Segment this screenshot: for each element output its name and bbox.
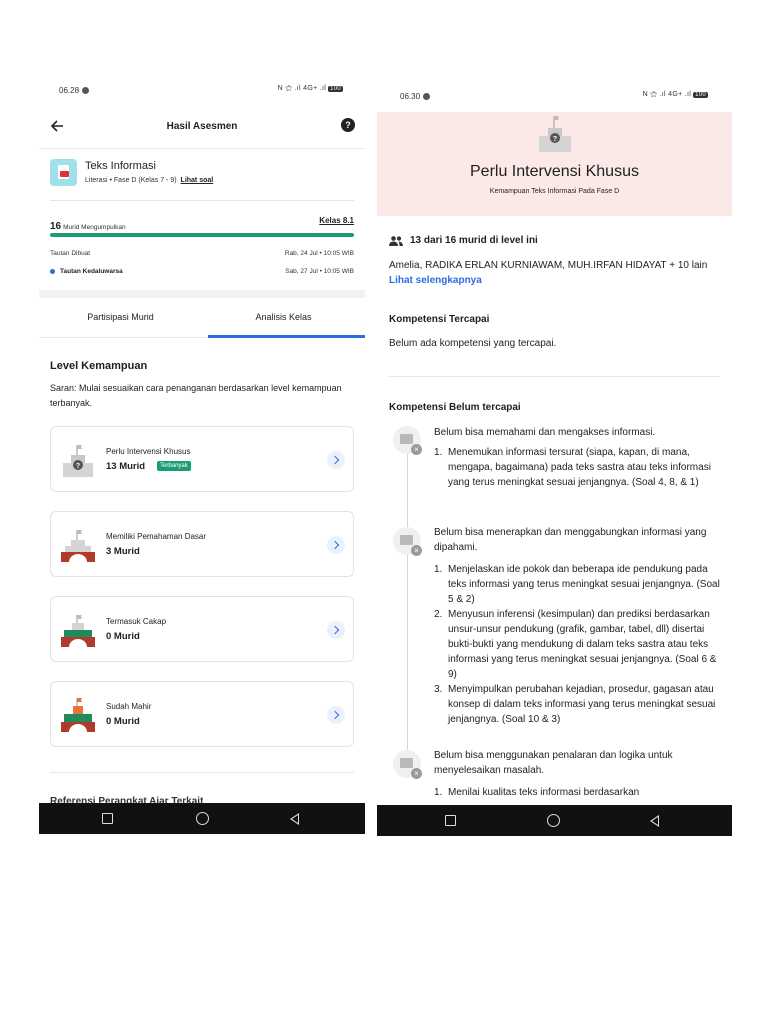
subject-meta: Literasi • Fase D (Kelas 7 - 9) Lihat soa… xyxy=(85,177,214,184)
competency-locked-icon: × xyxy=(393,426,422,455)
android-nav-bar xyxy=(39,803,365,834)
recent-apps-icon[interactable] xyxy=(445,815,456,826)
level-card-mastered[interactable]: Sudah Mahir 0 Murid xyxy=(50,681,354,747)
timeline-line xyxy=(407,434,408,764)
level-card-intervention[interactable]: ? Perlu Intervensi Khusus 13 Murid Terban… xyxy=(50,426,354,492)
level-name: Memiliki Pemahaman Dasar xyxy=(106,532,207,541)
castle-red-icon xyxy=(61,530,95,562)
home-icon[interactable] xyxy=(547,814,560,827)
expiry-row: Tautan Kedaluwarsa Sab, 27 Jul • 10:05 W… xyxy=(50,268,354,275)
chevron-right-icon[interactable] xyxy=(327,536,345,554)
divider xyxy=(50,772,354,773)
status-icons: N ⚝ .ıl 4G+ .ıl 100 xyxy=(277,85,343,92)
status-bar: 06.28 N ⚝ .ıl 4G+ .ıl 100 xyxy=(39,76,365,104)
chevron-right-icon[interactable] xyxy=(327,621,345,639)
level-card-capable[interactable]: Termasuk Cakap 0 Murid xyxy=(50,596,354,662)
level-section-desc: Saran: Mulai sesuaikan cara penanganan b… xyxy=(50,383,342,408)
level-count: 13 Murid Terbanyak xyxy=(106,461,191,472)
level-title: Perlu Intervensi Khusus xyxy=(470,163,639,180)
level-card-basic[interactable]: Memiliki Pemahaman Dasar 3 Murid xyxy=(50,511,354,577)
recent-apps-icon[interactable] xyxy=(102,813,113,824)
tab-bar: Partisipasi Murid Analisis Kelas xyxy=(39,298,365,338)
subject-title: Teks Informasi xyxy=(85,160,156,172)
competency-title: Belum bisa menerapkan dan menggabungkan … xyxy=(434,527,707,553)
castle-grey-icon: ? xyxy=(63,445,93,477)
status-dot xyxy=(50,268,55,274)
competency-locked-icon: × xyxy=(393,527,422,556)
right-screen: 06.30 N ⚝ .ıl 4G+ .ıl 100 ? Perlu Interve… xyxy=(377,84,732,836)
back-icon[interactable] xyxy=(290,813,299,825)
status-bar: 06.30 N ⚝ .ıl 4G+ .ıl 100 xyxy=(377,84,732,112)
level-hero: ? Perlu Intervensi Khusus Kemampuan Teks… xyxy=(377,112,732,216)
competency-locked-icon: × xyxy=(393,750,422,779)
competency-point: 1. Menemukan informasi tersurat (siapa, k… xyxy=(434,447,711,488)
chat-icon xyxy=(82,87,90,95)
castle-green-icon xyxy=(61,615,95,647)
see-more-link[interactable]: Lihat selengkapnya xyxy=(389,275,482,286)
competency-point: 1. Menjelaskan ide pokok dan beberapa ide… xyxy=(434,564,720,605)
chevron-right-icon[interactable] xyxy=(327,451,345,469)
back-icon[interactable] xyxy=(650,815,659,827)
document-icon xyxy=(50,159,77,186)
view-questions-link[interactable]: Lihat soal xyxy=(181,177,214,184)
help-icon[interactable]: ? xyxy=(341,118,355,132)
divider xyxy=(50,200,354,201)
competency-points: 1. Menilai kualitas teks informasi berdas… xyxy=(434,785,724,800)
android-nav-bar xyxy=(377,805,732,836)
competency-points: 1. Menjelaskan ide pokok dan beberapa ide… xyxy=(434,562,724,727)
not-achieved-title: Kompetensi Belum tercapai xyxy=(389,402,521,413)
tab-student-participation[interactable]: Partisipasi Murid xyxy=(39,312,202,322)
status-time: 06.28 xyxy=(59,86,90,95)
related-resources-heading: Referensi Perangkat Ajar Terkait xyxy=(50,796,204,803)
level-count: 0 Murid xyxy=(106,716,140,727)
level-count: 0 Murid xyxy=(106,631,140,642)
divider xyxy=(389,376,720,377)
divider xyxy=(39,148,365,149)
student-names: Amelia, RADIKA ERLAN KURNIAWAM, MUH.IRFA… xyxy=(389,260,708,286)
left-screen: 06.28 N ⚝ .ıl 4G+ .ıl 100 Hasil Asesmen ?… xyxy=(39,76,365,834)
active-tab-indicator xyxy=(208,335,365,338)
submission-progress-bar xyxy=(50,233,354,237)
competency-title: Belum bisa memahami dan mengakses inform… xyxy=(434,427,656,438)
created-row: Tautan Dibuat Rab, 24 Jul • 10:05 WIB xyxy=(50,250,354,257)
submission-count-label: Murid Mengumpulkan xyxy=(63,224,126,231)
status-time: 06.30 xyxy=(400,92,431,101)
level-count: 3 Murid xyxy=(106,546,140,557)
competency-point: 1. Menilai kualitas teks informasi berdas… xyxy=(434,787,640,798)
castle-complete-icon xyxy=(61,698,95,732)
competency-points: 1. Menemukan informasi tersurat (siapa, k… xyxy=(434,445,724,490)
achieved-text: Belum ada kompetensi yang tercapai. xyxy=(389,338,557,349)
people-icon xyxy=(389,236,403,246)
status-icons: N ⚝ .ıl 4G+ .ıl 100 xyxy=(642,91,708,98)
castle-grey-icon: ? xyxy=(539,116,571,152)
submission-count: 16 xyxy=(50,221,62,232)
svg-text:?: ? xyxy=(76,463,80,470)
competency-point: 2. Menyusun inferensi (kesimpulan) dan pr… xyxy=(434,609,717,680)
submission-count-row: 16 Murid Mengumpulkan Kelas 8.1 xyxy=(50,216,354,232)
level-name: Perlu Intervensi Khusus xyxy=(106,447,191,456)
battery-icon: 100 xyxy=(328,86,343,92)
most-badge: Terbanyak xyxy=(157,461,191,472)
home-icon[interactable] xyxy=(196,812,209,825)
level-name: Termasuk Cakap xyxy=(106,617,167,626)
page-title: Hasil Asesmen xyxy=(166,121,238,132)
battery-icon: 100 xyxy=(693,92,708,98)
chevron-right-icon[interactable] xyxy=(327,706,345,724)
student-count: 13 dari 16 murid di level ini xyxy=(410,235,538,246)
svg-text:?: ? xyxy=(553,136,557,143)
level-name: Sudah Mahir xyxy=(106,702,152,711)
chat-icon xyxy=(423,93,431,101)
level-subtitle: Kemampuan Teks Informasi Pada Fase D xyxy=(489,188,620,195)
class-link[interactable]: Kelas 8.1 xyxy=(319,216,354,225)
tab-class-analysis[interactable]: Analisis Kelas xyxy=(202,312,365,322)
app-bar: Hasil Asesmen ? xyxy=(39,112,365,142)
level-section-title: Level Kemampuan xyxy=(50,360,148,372)
competency-title: Belum bisa menggunakan penalaran dan log… xyxy=(434,750,673,776)
section-separator xyxy=(39,290,365,298)
achieved-title: Kompetensi Tercapai xyxy=(389,314,490,325)
competency-point: 3. Menyimpulkan perubahan kejadian, prose… xyxy=(434,684,716,725)
